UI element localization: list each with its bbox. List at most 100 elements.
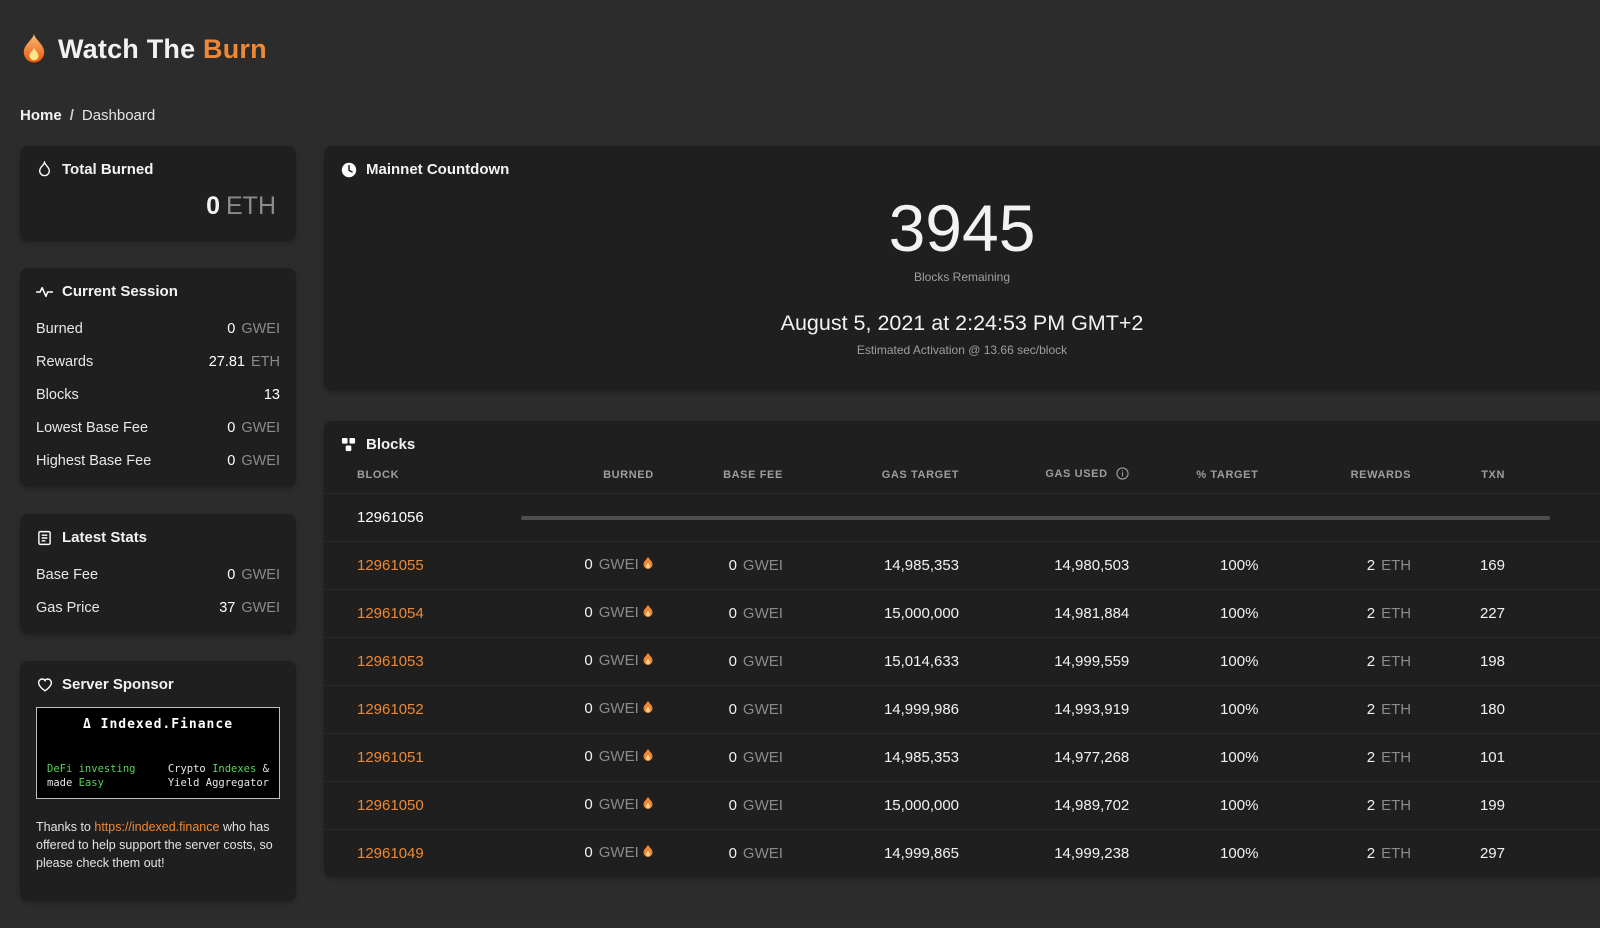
table-row: 12961052 0 GWEI 0 GWEI 14,999,986 14,993,9… bbox=[324, 685, 1600, 733]
base-fee-cell: 0 GWEI bbox=[728, 797, 783, 815]
countdown-date: August 5, 2021 at 2:24:53 PM GMT+2 bbox=[780, 311, 1144, 336]
pct-target-cell: 100% bbox=[1220, 605, 1259, 623]
pct-target-cell: 100% bbox=[1220, 557, 1259, 575]
stat-value: 0 GWEI bbox=[227, 320, 280, 337]
sponsor-note: Thanks to https://indexed.finance who ha… bbox=[36, 819, 273, 870]
gas-used-cell: 14,999,559 bbox=[1054, 653, 1130, 671]
info-icon[interactable] bbox=[1113, 467, 1130, 483]
card-title: Server Sponsor bbox=[62, 676, 174, 694]
gas-target-cell: 14,999,865 bbox=[883, 845, 960, 863]
card-title: Latest Stats bbox=[62, 529, 148, 547]
clock-icon bbox=[340, 161, 357, 178]
block-link[interactable]: 12961050 bbox=[357, 797, 424, 814]
sponsor-tagline: DeFi investing made Easy bbox=[47, 762, 136, 789]
rewards-cell: 2 ETH bbox=[1366, 557, 1412, 575]
sponsor-brand: Δ Indexed.Finance bbox=[82, 717, 234, 733]
main-content: Mainnet Countdown 3945 Blocks Remaining … bbox=[324, 146, 1600, 907]
stat-label: Burned bbox=[36, 320, 83, 337]
block-link[interactable]: 12961053 bbox=[357, 653, 424, 670]
txn-cell: 101 bbox=[1479, 749, 1505, 767]
stat-row: Blocks 13 bbox=[20, 378, 296, 411]
gas-target-cell: 15,000,000 bbox=[883, 797, 960, 815]
pct-target-cell: 100% bbox=[1220, 701, 1259, 719]
breadcrumb-current: Dashboard bbox=[81, 107, 156, 125]
burned-cell: 0 GWEI bbox=[507, 652, 654, 671]
current-session-list: Burned 0 GWEI Rewards 27.81 ETH Blocks 13 … bbox=[20, 312, 296, 487]
stat-label: Blocks bbox=[36, 386, 79, 403]
card-title: Blocks bbox=[366, 436, 416, 454]
block-link[interactable]: 12961051 bbox=[357, 749, 424, 766]
stat-label: Base Fee bbox=[36, 566, 99, 583]
stat-value: 37 GWEI bbox=[219, 599, 280, 616]
breadcrumb-separator: / bbox=[69, 107, 74, 125]
gas-used-cell: 14,989,702 bbox=[1054, 797, 1130, 815]
block-link[interactable]: 12961049 bbox=[357, 845, 424, 862]
card-title: Current Session bbox=[62, 283, 178, 301]
pulse-icon bbox=[36, 283, 53, 300]
current-session-card: Current Session Burned 0 GWEI Rewards 27.… bbox=[20, 268, 296, 488]
pct-target-cell: 100% bbox=[1220, 749, 1259, 767]
latest-stats-card: Latest Stats Base Fee 0 GWEI Gas Price 37… bbox=[20, 514, 296, 635]
stat-row: Base Fee 0 GWEI bbox=[20, 558, 296, 591]
table-header: BLOCK BURNED BASE FEE GAS TARGET GAS USE… bbox=[324, 465, 1600, 493]
rewards-cell: 2 ETH bbox=[1366, 605, 1412, 623]
flame-logo-icon bbox=[20, 33, 48, 67]
base-fee-cell: 0 GWEI bbox=[728, 701, 783, 719]
column-header-block: BLOCK bbox=[357, 469, 400, 482]
stat-row: Gas Price 37 GWEI bbox=[20, 591, 296, 624]
stat-label: Gas Price bbox=[36, 599, 100, 616]
table-row: 12961055 0 GWEI 0 GWEI 14,985,353 14,980,5… bbox=[324, 541, 1600, 589]
block-link[interactable]: 12961052 bbox=[357, 701, 424, 718]
rewards-cell: 2 ETH bbox=[1366, 749, 1412, 767]
blocks-icon bbox=[340, 436, 357, 453]
flame-icon bbox=[642, 556, 654, 575]
block-link[interactable]: 12961055 bbox=[357, 557, 424, 574]
column-header-gas-target: GAS TARGET bbox=[881, 469, 960, 482]
rewards-cell: 2 ETH bbox=[1366, 797, 1412, 815]
table-row: 12961051 0 GWEI 0 GWEI 14,985,353 14,977,2… bbox=[324, 733, 1600, 781]
txn-cell: 180 bbox=[1479, 701, 1505, 719]
txn-cell: 198 bbox=[1479, 653, 1505, 671]
page-title: Watch The Burn bbox=[58, 34, 267, 65]
stat-row: Lowest Base Fee 0 GWEI bbox=[20, 411, 296, 444]
column-header-burned: BURNED bbox=[603, 469, 654, 482]
base-fee-cell: 0 GWEI bbox=[728, 845, 783, 863]
column-header-base-fee: BASE FEE bbox=[723, 469, 783, 482]
gas-used-cell: 14,999,238 bbox=[1054, 845, 1130, 863]
sponsor-banner[interactable]: Δ Indexed.Finance DeFi investing made Ea… bbox=[36, 707, 280, 800]
countdown-value: 3945 bbox=[888, 191, 1036, 266]
fire-icon bbox=[36, 161, 53, 178]
rewards-cell: 2 ETH bbox=[1366, 653, 1412, 671]
column-header-gas-used: GAS USED bbox=[959, 467, 1129, 483]
burned-cell: 0 GWEI bbox=[507, 844, 654, 863]
burned-cell: 0 GWEI bbox=[507, 796, 654, 815]
txn-cell: 199 bbox=[1479, 797, 1505, 815]
heart-icon bbox=[36, 676, 53, 693]
blocks-table-body: 12961055 0 GWEI 0 GWEI 14,985,353 14,980,5… bbox=[324, 541, 1600, 877]
gas-used-cell: 14,980,503 bbox=[1054, 557, 1130, 575]
pending-block-row: 12961056 bbox=[324, 493, 1600, 541]
sponsor-link[interactable]: https://indexed.finance bbox=[94, 820, 219, 834]
countdown-subcaption: Estimated Activation @ 13.66 sec/block bbox=[856, 343, 1068, 358]
burned-cell: 0 GWEI bbox=[507, 604, 654, 623]
gas-target-cell: 14,985,353 bbox=[883, 557, 960, 575]
sidebar: Total Burned 0 ETH Current Session Burned… bbox=[20, 146, 296, 927]
server-sponsor-card: Server Sponsor Δ Indexed.Finance DeFi in… bbox=[20, 661, 296, 901]
gas-target-cell: 15,014,633 bbox=[883, 653, 960, 671]
table-row: 12961050 0 GWEI 0 GWEI 15,000,000 14,989,7… bbox=[324, 781, 1600, 829]
block-link[interactable]: 12961054 bbox=[357, 605, 424, 622]
table-row: 12961053 0 GWEI 0 GWEI 15,014,633 14,999,5… bbox=[324, 637, 1600, 685]
txn-cell: 169 bbox=[1479, 557, 1505, 575]
column-header-pct-target: % TARGET bbox=[1196, 469, 1259, 482]
burned-cell: 0 GWEI bbox=[507, 700, 654, 719]
breadcrumb-home-link[interactable]: Home bbox=[20, 107, 62, 124]
blocks-card: Blocks BLOCK BURNED BASE FEE GAS TARGET … bbox=[324, 421, 1600, 878]
total-burned-card: Total Burned 0 ETH bbox=[20, 146, 296, 242]
column-header-txn: TXN bbox=[1481, 469, 1505, 482]
stat-value: 0 GWEI bbox=[227, 419, 280, 436]
gas-target-cell: 14,985,353 bbox=[883, 749, 960, 767]
gas-target-cell: 15,000,000 bbox=[883, 605, 960, 623]
stat-row: Highest Base Fee 0 GWEI bbox=[20, 444, 296, 477]
stat-value: 27.81 ETH bbox=[208, 353, 280, 370]
stat-value: 13 bbox=[263, 386, 280, 403]
